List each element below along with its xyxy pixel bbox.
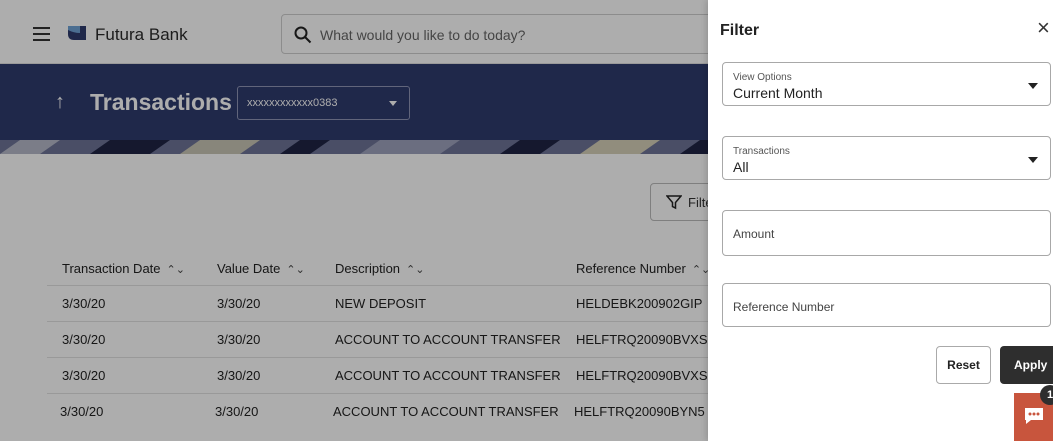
filter-panel-title: Filter [720,22,760,39]
apply-button[interactable]: Apply [1000,346,1053,384]
chat-notification-badge: 1 [1040,385,1053,405]
close-icon[interactable]: × [1037,17,1050,39]
transactions-select[interactable]: Transactions All [722,136,1051,180]
reference-number-field[interactable]: Reference Number [722,283,1051,327]
view-options-value: Current Month [733,85,823,101]
reference-number-placeholder: Reference Number [733,300,835,314]
amount-placeholder: Amount [733,227,775,241]
view-options-label: View Options [733,72,792,83]
transactions-value: All [733,159,749,175]
amount-field[interactable]: Amount [722,210,1051,256]
view-options-select[interactable]: View Options Current Month [722,62,1051,106]
chevron-down-icon [1028,157,1038,163]
chat-bubble-icon [1025,408,1043,424]
chevron-down-icon [1028,83,1038,89]
filter-panel: Filter × View Options Current Month Tran… [708,0,1053,441]
transactions-label: Transactions [733,146,790,157]
reset-button[interactable]: Reset [936,346,991,384]
